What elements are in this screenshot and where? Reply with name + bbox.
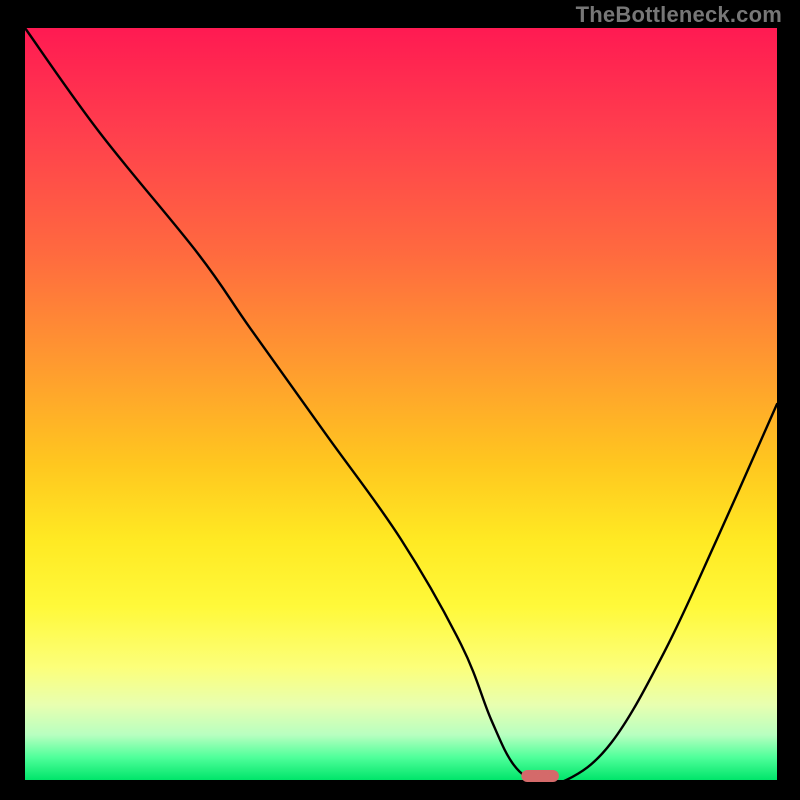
bottleneck-curve: [25, 28, 777, 780]
watermark-text: TheBottleneck.com: [576, 2, 782, 28]
chart-frame: TheBottleneck.com: [0, 0, 800, 800]
optimal-marker: [521, 770, 559, 782]
curve-path: [25, 28, 777, 784]
plot-area: [25, 28, 777, 780]
